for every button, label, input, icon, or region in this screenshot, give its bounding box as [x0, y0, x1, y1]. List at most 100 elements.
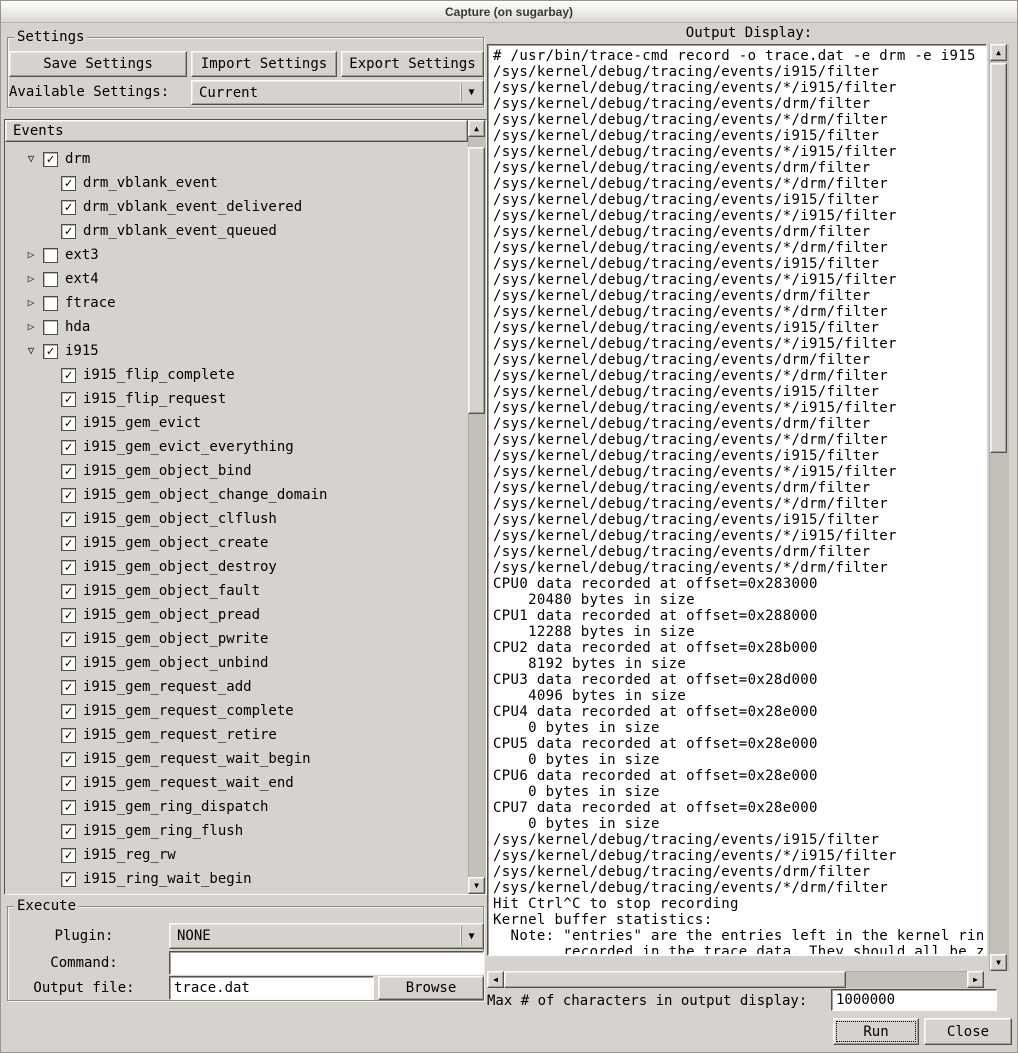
tree-row[interactable]: ✓i915_gem_object_fault: [6, 579, 466, 603]
tree-row[interactable]: ✓ i915_gem_request_wait_end: [6, 771, 466, 795]
tree-row[interactable]: ✓ i915_gem_object_pwrite: [6, 627, 466, 651]
scroll-up-icon[interactable]: ▲: [990, 44, 1007, 61]
event-checkbox[interactable]: ✓: [61, 704, 76, 719]
event-checkbox[interactable]: [43, 272, 58, 287]
tree-row[interactable]: ▽✓drm: [6, 147, 466, 171]
expander-expanded-icon[interactable]: ▽: [24, 152, 38, 166]
tree-row[interactable]: ✓i915_gem_object_destroy: [6, 555, 466, 579]
event-checkbox[interactable]: ✓: [61, 392, 76, 407]
event-checkbox[interactable]: ✓: [61, 728, 76, 743]
command-input[interactable]: [169, 951, 484, 975]
event-checkbox[interactable]: ✓: [61, 536, 76, 551]
event-checkbox[interactable]: ✓: [61, 872, 76, 887]
tree-row[interactable]: ✓ i915_gem_object_clflush: [6, 507, 466, 531]
event-checkbox[interactable]: ✓: [61, 800, 76, 815]
event-checkbox[interactable]: ✓: [61, 416, 76, 431]
tree-row[interactable]: ✓i915_reg_rw: [6, 843, 466, 867]
event-checkbox[interactable]: ✓: [61, 752, 76, 767]
tree-row[interactable]: ▷ext4: [6, 267, 466, 291]
event-checkbox[interactable]: ✓: [61, 656, 76, 671]
tree-row[interactable]: ✓i915_flip_complete: [6, 363, 466, 387]
event-checkbox[interactable]: ✓: [61, 632, 76, 647]
event-checkbox[interactable]: ✓: [61, 224, 76, 239]
event-checkbox[interactable]: ✓: [61, 368, 76, 383]
tree-row[interactable]: ✓i915_gem_object_unbind: [6, 651, 466, 675]
tree-row[interactable]: ✓i915_flip_request: [6, 387, 466, 411]
save-settings-button[interactable]: Save Settings: [9, 51, 187, 77]
event-checkbox[interactable]: [43, 320, 58, 335]
tree-row[interactable]: ✓i915_gem_object_change_domain: [6, 483, 466, 507]
tree-row[interactable]: ✓i915_ring_wait_begin: [6, 867, 466, 891]
expander-collapsed-icon[interactable]: ▷: [24, 320, 38, 334]
event-checkbox[interactable]: ✓: [61, 848, 76, 863]
max-chars-input[interactable]: [831, 989, 997, 1011]
tree-row[interactable]: ✓i915_gem_request_retire: [6, 723, 466, 747]
output-hscrollbar[interactable]: ◀ ▶: [487, 971, 984, 988]
output-vscrollbar[interactable]: ▲ ▼: [989, 44, 1009, 971]
event-checkbox[interactable]: ✓: [61, 584, 76, 599]
tree-row[interactable]: ✓drm_vblank_event: [6, 171, 466, 195]
events-scrollbar[interactable]: ▲ ▼: [468, 120, 486, 894]
scroll-right-icon[interactable]: ▶: [967, 971, 984, 988]
tree-row[interactable]: ✓i915_gem_object_bind: [6, 459, 466, 483]
output-hscrollbar-thumb[interactable]: [504, 971, 846, 988]
events-scrollbar-thumb[interactable]: [468, 147, 485, 414]
export-settings-button[interactable]: Export Settings: [341, 51, 484, 77]
tree-row[interactable]: ✓i915_gem_ring_flush: [6, 819, 466, 843]
event-checkbox[interactable]: ✓: [61, 776, 76, 791]
output-file-input[interactable]: [169, 976, 374, 1000]
tree-row[interactable]: ✓i915_gem_request_add: [6, 675, 466, 699]
expander-expanded-icon[interactable]: ▽: [24, 344, 38, 358]
titlebar[interactable]: Capture (on sugarbay): [1, 1, 1017, 23]
scroll-left-icon[interactable]: ◀: [487, 971, 504, 988]
event-checkbox[interactable]: ✓: [61, 464, 76, 479]
event-checkbox[interactable]: ✓: [61, 176, 76, 191]
event-label: i915_gem_request_wait_end: [83, 775, 294, 791]
expander-collapsed-icon[interactable]: ▷: [24, 248, 38, 262]
close-button[interactable]: Close: [924, 1018, 1012, 1045]
scroll-down-icon[interactable]: ▼: [468, 877, 485, 894]
event-checkbox[interactable]: ✓: [61, 440, 76, 455]
run-button[interactable]: Run: [833, 1018, 919, 1045]
event-checkbox[interactable]: [43, 248, 58, 263]
tree-row[interactable]: ✓i915_gem_request_complete: [6, 699, 466, 723]
tree-row[interactable]: ✓drm_vblank_event_delivered: [6, 195, 466, 219]
event-checkbox[interactable]: ✓: [61, 824, 76, 839]
tree-row[interactable]: ✓ i915_gem_object_pread: [6, 603, 466, 627]
tree-row[interactable]: ✓drm_vblank_event_queued: [6, 219, 466, 243]
browse-button[interactable]: Browse: [378, 976, 484, 1000]
tree-row[interactable]: ✓i915_gem_ring_dispatch: [6, 795, 466, 819]
event-checkbox[interactable]: ✓: [43, 344, 58, 359]
event-checkbox[interactable]: ✓: [61, 488, 76, 503]
event-label: ftrace: [65, 295, 116, 311]
event-checkbox[interactable]: ✓: [61, 200, 76, 215]
event-label: i915_gem_object_clflush: [83, 511, 277, 527]
scroll-up-icon[interactable]: ▲: [468, 120, 485, 137]
import-settings-button[interactable]: Import Settings: [191, 51, 337, 77]
event-checkbox[interactable]: ✓: [43, 152, 58, 167]
event-checkbox[interactable]: ✓: [61, 560, 76, 575]
event-label: i915_gem_object_pread: [83, 607, 260, 623]
tree-row[interactable]: ▷hda: [6, 315, 466, 339]
event-checkbox[interactable]: [43, 296, 58, 311]
chevron-down-icon[interactable]: ▼: [461, 926, 481, 946]
expander-collapsed-icon[interactable]: ▷: [24, 296, 38, 310]
plugin-combo[interactable]: NONE ▼: [169, 923, 484, 949]
available-settings-combo[interactable]: Current ▼: [191, 80, 484, 105]
output-vscrollbar-thumb[interactable]: [990, 63, 1007, 453]
expander-collapsed-icon[interactable]: ▷: [24, 272, 38, 286]
tree-row[interactable]: ▷ext3: [6, 243, 466, 267]
tree-row[interactable]: ✓i915_gem_evict: [6, 411, 466, 435]
event-checkbox[interactable]: ✓: [61, 680, 76, 695]
tree-row[interactable]: ✓i915_gem_evict_everything: [6, 435, 466, 459]
event-checkbox[interactable]: ✓: [61, 512, 76, 527]
event-checkbox[interactable]: ✓: [61, 608, 76, 623]
events-column-header[interactable]: Events: [5, 120, 468, 142]
event-label: i915_gem_object_pwrite: [83, 631, 268, 647]
scroll-down-icon[interactable]: ▼: [990, 954, 1007, 971]
tree-row[interactable]: ▽✓i915: [6, 339, 466, 363]
chevron-down-icon[interactable]: ▼: [461, 83, 481, 102]
tree-row[interactable]: ✓i915_gem_request_wait_begin: [6, 747, 466, 771]
tree-row[interactable]: ▷ ftrace: [6, 291, 466, 315]
tree-row[interactable]: ✓i915_gem_object_create: [6, 531, 466, 555]
